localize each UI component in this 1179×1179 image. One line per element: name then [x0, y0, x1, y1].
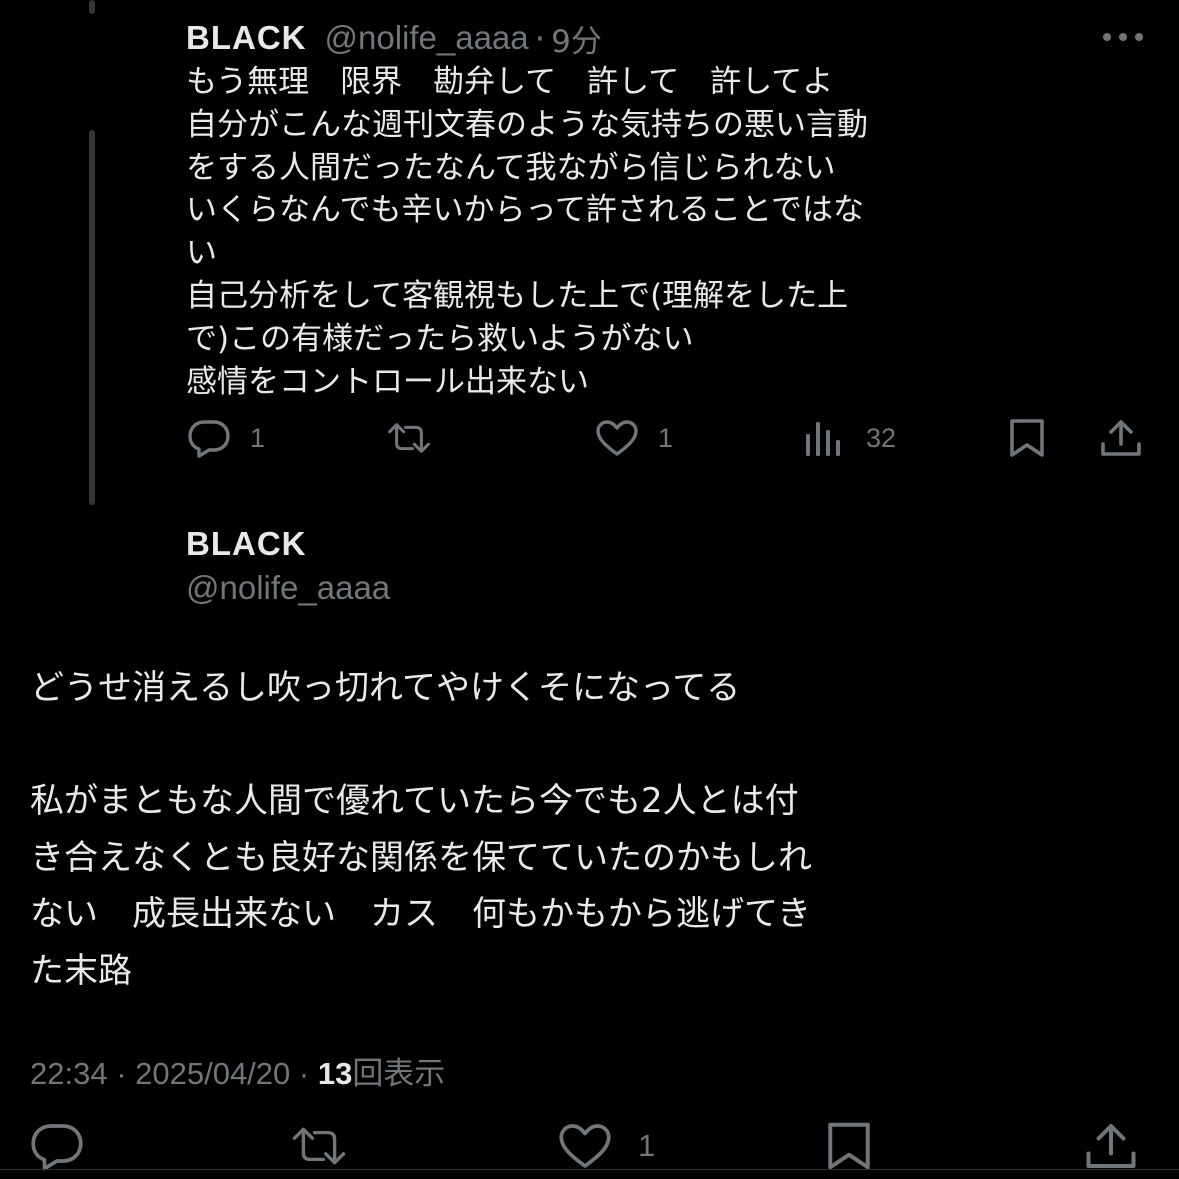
- reply-button[interactable]: 1: [186, 414, 265, 462]
- share-button[interactable]: [1098, 414, 1144, 462]
- main-tweet-action-bar: 1: [0, 1118, 1179, 1174]
- tweet-text-line: 私がまともな人間で優れていたら今でも2人とは付: [30, 781, 799, 821]
- reply-button[interactable]: [28, 1118, 86, 1174]
- thread-line-top: [89, 0, 95, 14]
- share-icon: [1101, 420, 1141, 456]
- author-handle[interactable]: @nolife_aaaa: [186, 566, 390, 610]
- header-separator: ·: [534, 18, 546, 58]
- retweet-icon: [292, 1127, 346, 1165]
- author-display-name[interactable]: BLACK: [186, 522, 390, 566]
- tweet-text-line: をする人間だったなんて我ながら信じられない: [186, 149, 836, 186]
- tweet-views-count[interactable]: 13: [318, 1056, 352, 1091]
- tweet-timestamp[interactable]: 22:34 · 2025/04/20 ·: [30, 1056, 318, 1091]
- tweet-text-line: 自分がこんな週刊文春のような気持ちの悪い言動: [186, 106, 868, 143]
- bookmark-icon: [1010, 419, 1044, 457]
- tweet-text-line: た末路: [30, 950, 132, 991]
- bookmark-button[interactable]: [820, 1118, 878, 1174]
- like-button[interactable]: 1: [556, 1118, 655, 1174]
- reply-count: 1: [250, 422, 266, 453]
- tweet-header: BLACK @nolife_aaaa · 9分: [186, 16, 1146, 60]
- views-button[interactable]: 32: [802, 414, 896, 462]
- share-icon: [1086, 1124, 1136, 1168]
- divider: [0, 1169, 1179, 1170]
- heart-icon: [559, 1124, 611, 1168]
- share-button[interactable]: [1082, 1118, 1140, 1174]
- retweet-icon: [388, 423, 430, 453]
- bookmark-button[interactable]: [1004, 414, 1050, 462]
- more-horizontal-icon: [1103, 33, 1143, 41]
- tweet-text-line: もう無理 限界 勘弁して 許して 許してよ: [186, 64, 834, 100]
- like-count: 1: [638, 1128, 656, 1163]
- tweet-text-line: 感情をコントロール出来ない: [186, 363, 589, 400]
- reply-icon: [188, 420, 230, 458]
- author-display-name[interactable]: BLACK: [186, 19, 306, 57]
- main-tweet-author[interactable]: BLACK @nolife_aaaa: [186, 522, 390, 610]
- retweet-button[interactable]: [386, 414, 432, 462]
- like-count: 1: [658, 422, 674, 453]
- tweet-action-bar: 1 1 32: [186, 414, 1146, 462]
- tweet-text-line: ない 成長出来ない カス 何もかもから逃げてき: [30, 894, 811, 934]
- author-handle[interactable]: @nolife_aaaa: [324, 19, 528, 57]
- tweet-metadata: 22:34 · 2025/04/20 · 13回表示: [30, 1048, 445, 1093]
- more-options-button[interactable]: [1100, 22, 1146, 52]
- tweet-text-line: き合えなくとも良好な関係を保てていたのかもしれ: [30, 837, 812, 878]
- tweet-text: もう無理 限界 勘弁して 許して 許してよ 自分がこんな週刊文春のような気持ちの…: [186, 61, 1146, 403]
- thread-line: [89, 130, 95, 505]
- tweet-text-line: 自己分析をして客観視もした上で(理解をした上: [186, 277, 849, 314]
- reply-icon: [31, 1124, 83, 1171]
- tweet-text-line: で)この有様だったら救いようがない: [186, 320, 694, 357]
- tweet-text-line: い: [186, 235, 217, 272]
- tweet-time-ago[interactable]: 9分: [551, 16, 602, 61]
- main-tweet-text: どうせ消えるし吹っ切れてやけくそになってる 私がまともな人間で優れていたら今でも…: [30, 660, 1150, 999]
- bookmark-icon: [828, 1122, 870, 1170]
- retweet-button[interactable]: [290, 1118, 348, 1174]
- tweet-views-label: 回表示: [352, 1056, 446, 1092]
- previous-tweet[interactable]: BLACK @nolife_aaaa · 9分 もう無理 限界 勘弁して 許して…: [186, 16, 1146, 403]
- tweet-text-line: いくらなんでも辛いからって許されることではな: [186, 192, 864, 229]
- heart-icon: [596, 420, 638, 456]
- like-button[interactable]: 1: [594, 414, 673, 462]
- views-count: 32: [866, 422, 897, 453]
- analytics-icon: [806, 422, 840, 456]
- tweet-text-line: どうせ消えるし吹っ切れてやけくそになってる: [30, 668, 741, 708]
